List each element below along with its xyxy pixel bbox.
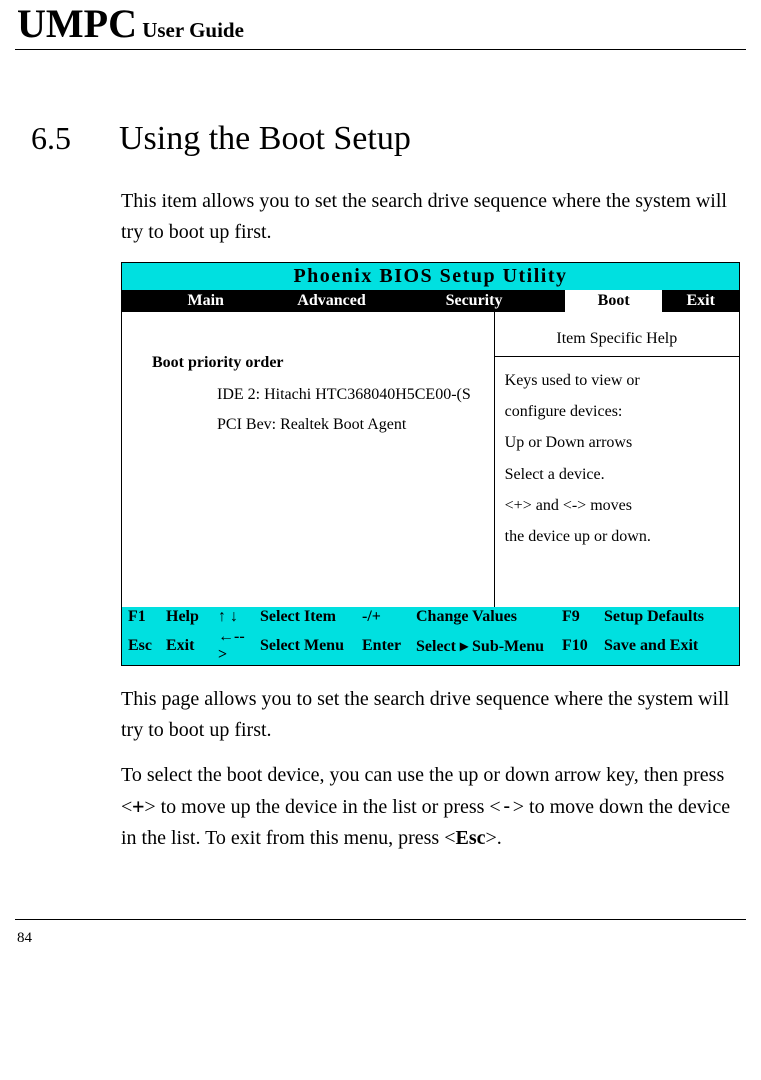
key-f1: F1 — [122, 607, 162, 627]
minus-key: - — [501, 794, 513, 818]
help-line-2: Up or Down arrows — [505, 427, 729, 458]
paragraph-2: This page allows you to set the search d… — [121, 684, 740, 746]
tab-main[interactable]: Main — [151, 290, 261, 312]
label-setup-defaults: Setup Defaults — [600, 607, 739, 627]
help-line-3: Select a device. — [505, 459, 729, 490]
key-esc: Esc — [122, 627, 162, 665]
right-triangle-icon: ▸ — [460, 638, 468, 655]
label-help: Help — [162, 607, 214, 627]
boot-priority-label: Boot priority order — [122, 354, 484, 372]
label-change-values: Change Values — [412, 607, 558, 627]
key-f9: F9 — [558, 607, 600, 627]
up-arrow-icon: ↑ — [218, 608, 226, 625]
bios-left-pane: Boot priority order IDE 2: Hitachi HTC36… — [122, 312, 495, 607]
label-select-menu: Select Menu — [256, 627, 358, 665]
paragraph-3: To select the boot device, you can use t… — [121, 760, 740, 854]
help-body: Keys used to view or configure devices: … — [495, 357, 739, 560]
help-line-0: Keys used to view or — [505, 365, 729, 396]
help-line-5: <+> and <-> moves — [505, 490, 729, 521]
label-select-submenu: Select ▸ Sub-Menu — [412, 627, 558, 665]
tab-boot[interactable]: Boot — [565, 290, 663, 312]
bios-title: Phoenix BIOS Setup Utility — [122, 263, 739, 290]
label-exit: Exit — [162, 627, 214, 665]
bios-tabs: Main Advanced Security Boot Exit — [122, 290, 739, 312]
section-title: Using the Boot Setup — [119, 120, 411, 158]
key-minus-plus: -/+ — [358, 607, 412, 627]
label-select-item: Select Item — [256, 607, 358, 627]
bios-help-pane: Item Specific Help Keys used to view or … — [495, 312, 739, 607]
key-leftright: ←--> — [214, 627, 256, 665]
bios-setup-box: Phoenix BIOS Setup Utility Main Advanced… — [121, 262, 740, 666]
intro-paragraph: This item allows you to set the search d… — [121, 186, 740, 248]
page-number: 84 — [15, 919, 746, 947]
page-header: UMPC User Guide — [15, 0, 746, 50]
help-line-1: configure devices: — [505, 396, 729, 427]
key-enter: Enter — [358, 627, 412, 665]
key-f10: F10 — [558, 627, 600, 665]
label-save-exit: Save and Exit — [600, 627, 739, 665]
tab-exit[interactable]: Exit — [662, 290, 739, 312]
tab-gap — [546, 290, 565, 312]
section-heading: 6.5 Using the Boot Setup — [15, 120, 746, 158]
plus-key: + — [132, 794, 144, 818]
header-main: UMPC — [17, 1, 137, 46]
header-sub: User Guide — [137, 18, 244, 42]
help-line-6: the device up or down. — [505, 521, 729, 552]
bios-footer: F1 Help ↑ ↓ Select Item -/+ Change Value… — [122, 607, 739, 665]
down-arrow-icon: ↓ — [230, 608, 238, 625]
boot-item-0[interactable]: IDE 2: Hitachi HTC368040H5CE00-(S — [122, 380, 484, 410]
key-updown: ↑ ↓ — [214, 607, 256, 627]
esc-key: Esc — [455, 827, 485, 849]
boot-item-1[interactable]: PCI Bev: Realtek Boot Agent — [122, 410, 484, 440]
tab-advanced[interactable]: Advanced — [261, 290, 403, 312]
section-number: 6.5 — [15, 120, 119, 157]
help-header: Item Specific Help — [495, 312, 739, 357]
tab-spacer — [122, 290, 151, 312]
tab-security[interactable]: Security — [402, 290, 545, 312]
